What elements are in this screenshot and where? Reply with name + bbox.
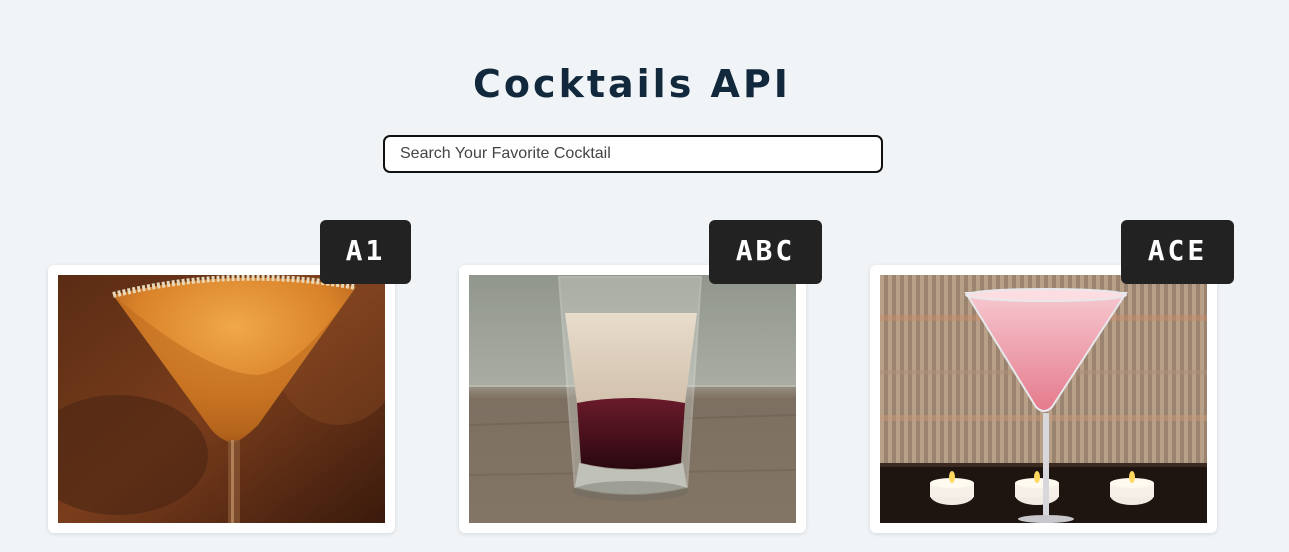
drink-name-badge: ACE <box>1121 220 1234 284</box>
drink-image-abc[interactable] <box>469 275 796 523</box>
search-form <box>383 135 883 173</box>
drink-card-ace[interactable] <box>870 265 1217 533</box>
drink-image-ace[interactable] <box>880 275 1207 523</box>
drink-name-badge: ABC <box>709 220 822 284</box>
page-title: Cocktails API <box>473 62 791 106</box>
drink-card-abc[interactable] <box>459 265 806 533</box>
drink-name-badge: A1 <box>320 220 411 284</box>
drink-card-a1[interactable] <box>48 265 395 533</box>
drink-image-a1[interactable] <box>58 275 385 523</box>
search-input[interactable] <box>383 135 883 173</box>
